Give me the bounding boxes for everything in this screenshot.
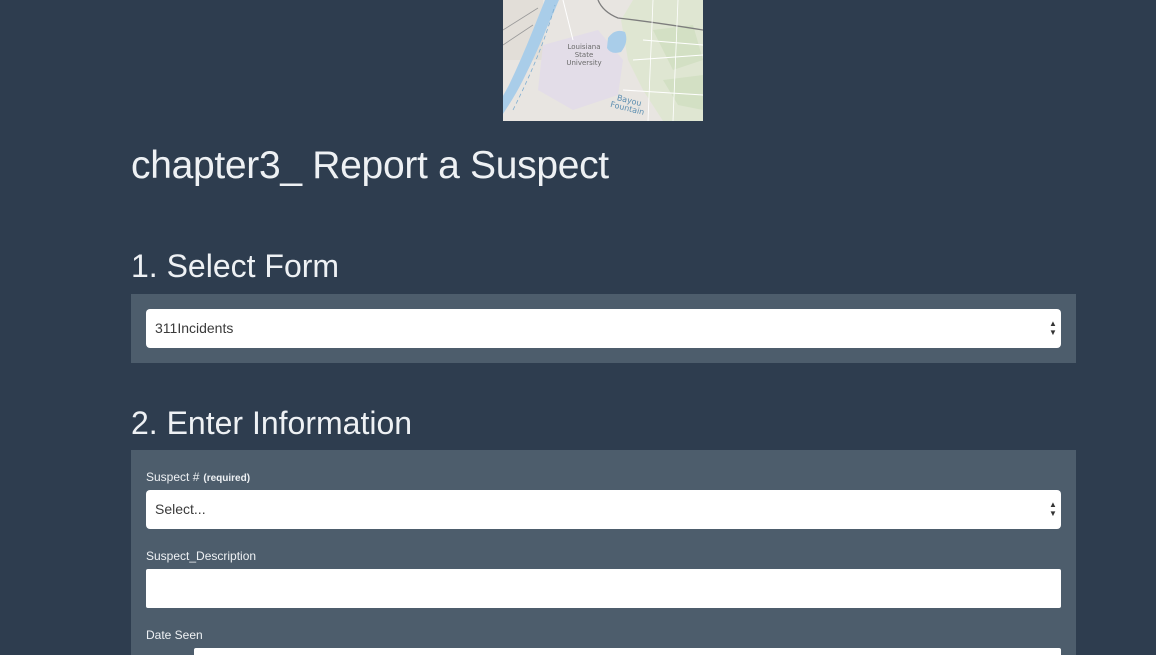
page-title: chapter3_ Report a Suspect [131,144,609,187]
form-select[interactable]: 311Incidents ▲ ▼ [146,309,1061,348]
select-arrows-icon: ▲ ▼ [1049,500,1057,518]
suspect-number-select[interactable]: Select... ▲ ▼ [146,490,1061,529]
step1-title: 1. Select Form [131,248,340,284]
date-seen-input[interactable] [194,648,1061,655]
suspect-description-input[interactable] [146,569,1061,608]
required-note: (required) [203,473,251,484]
form-select-value: 311Incidents [155,320,234,336]
step2-title: 2. Enter Information [131,405,413,441]
suspect-description-label: Suspect_Description [146,549,257,563]
enter-information-panel: Suspect # (required) Select... ▲ ▼ Suspect… [131,450,1076,655]
date-seen-label: Date Seen [146,628,203,642]
select-form-panel: 311Incidents ▲ ▼ [131,294,1076,363]
map-thumbnail[interactable]: Louisiana State University Bayou Fountai… [503,0,703,121]
suspect-number-label: Suspect # (required) [146,470,250,486]
select-arrows-icon: ▲ ▼ [1049,319,1057,337]
suspect-number-label-text: Suspect # [146,470,200,484]
suspect-number-select-value: Select... [155,501,206,517]
map-label-university: Louisiana State University [566,43,602,67]
report-page: Louisiana State University Bayou Fountai… [0,0,1156,655]
